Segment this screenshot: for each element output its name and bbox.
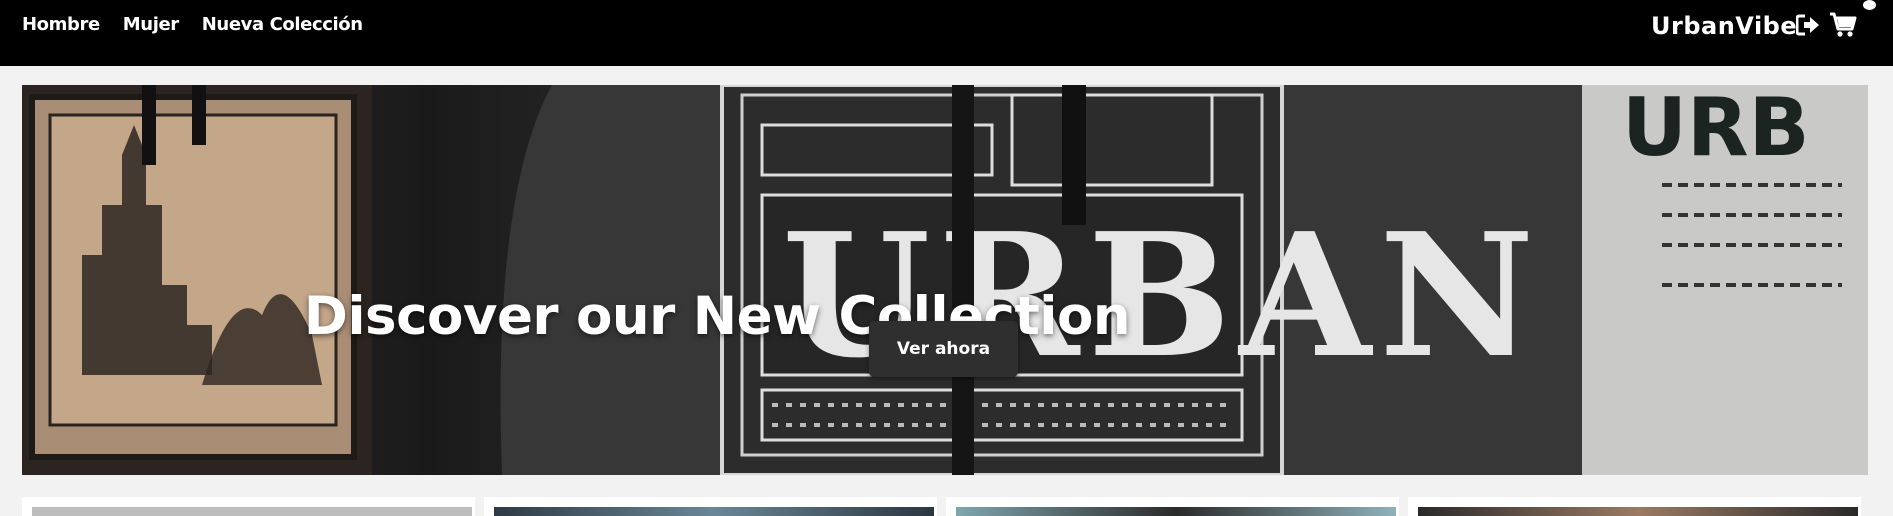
nav-link-hombre[interactable]: Hombre	[22, 14, 100, 35]
nav-link-nueva-coleccion[interactable]: Nueva Colección	[202, 14, 363, 35]
hero-title: Discover our New Collection	[303, 285, 1131, 347]
product-card[interactable]	[946, 497, 1399, 516]
product-image	[956, 507, 1396, 516]
product-image	[32, 507, 472, 516]
brand-logo[interactable]: UrbanVibe	[1651, 12, 1797, 40]
hero-banner: URBAN URB Discover our New Collection Ve…	[22, 85, 1868, 475]
cart-count-badge	[1863, 0, 1876, 10]
product-card[interactable]	[1408, 497, 1861, 516]
svg-text:URB: URB	[1622, 85, 1810, 174]
product-card[interactable]	[22, 497, 475, 516]
product-card-row	[22, 497, 1868, 516]
shopping-cart-icon[interactable]	[1829, 12, 1857, 38]
ver-ahora-button[interactable]: Ver ahora	[869, 321, 1018, 377]
hero-background-image: URBAN URB	[22, 85, 1868, 475]
top-navbar: Hombre Mujer Nueva Colección UrbanVibe	[0, 0, 1893, 66]
product-card[interactable]	[484, 497, 937, 516]
nav-link-mujer[interactable]: Mujer	[123, 14, 179, 35]
product-image	[494, 507, 934, 516]
sign-out-icon[interactable]	[1795, 14, 1820, 36]
main-nav: Hombre Mujer Nueva Colección	[22, 14, 363, 35]
product-image	[1418, 507, 1858, 516]
